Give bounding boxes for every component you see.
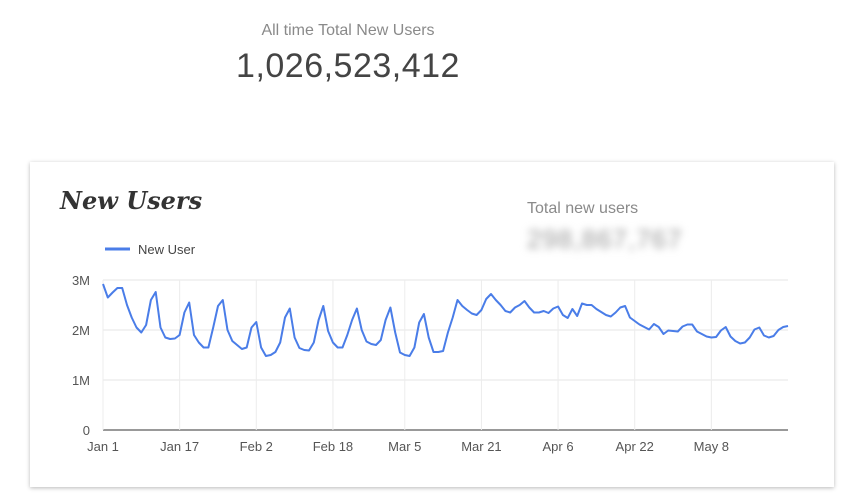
series-line-new-user xyxy=(102,283,789,357)
all-time-kpi: All time Total New Users 1,026,523,412 xyxy=(200,20,496,86)
x-tick-label: Mar 5 xyxy=(388,439,421,454)
x-tick-label: Jan 1 xyxy=(87,439,119,454)
legend-label: New User xyxy=(138,242,196,257)
x-tick-label: Apr 22 xyxy=(616,439,654,454)
y-tick-label: 3M xyxy=(72,273,90,288)
y-tick-label: 0 xyxy=(83,423,90,438)
x-tick-label: Mar 21 xyxy=(461,439,501,454)
series-lines xyxy=(102,283,789,357)
new-users-line-chart: 0 1M 2M 3M Jan 1 Jan 17 Feb 2 Feb 18 Mar 5 Mar 2… xyxy=(72,242,789,454)
x-tick-label: Jan 17 xyxy=(160,439,199,454)
x-axis-ticks: Jan 1 Jan 17 Feb 2 Feb 18 Mar 5 Mar 21 Apr 6 Ap… xyxy=(87,439,729,454)
new-users-card: New Users Total new users 298,867,767 01… xyxy=(30,162,834,487)
x-tick-label: Apr 6 xyxy=(543,439,574,454)
kpi-value: 1,026,523,412 xyxy=(236,47,460,85)
x-tick-label: May 8 xyxy=(694,439,729,454)
y-tick-label: 1M xyxy=(72,373,90,388)
kpi-label: All time Total New Users xyxy=(261,22,435,39)
y-tick-label: 2M xyxy=(72,323,90,338)
grid-lines xyxy=(103,279,788,431)
y-axis-ticks: 0 1M 2M 3M xyxy=(72,273,90,438)
x-tick-label: Feb 2 xyxy=(240,439,273,454)
x-tick-label: Feb 18 xyxy=(313,439,353,454)
legend: New User xyxy=(105,242,196,257)
